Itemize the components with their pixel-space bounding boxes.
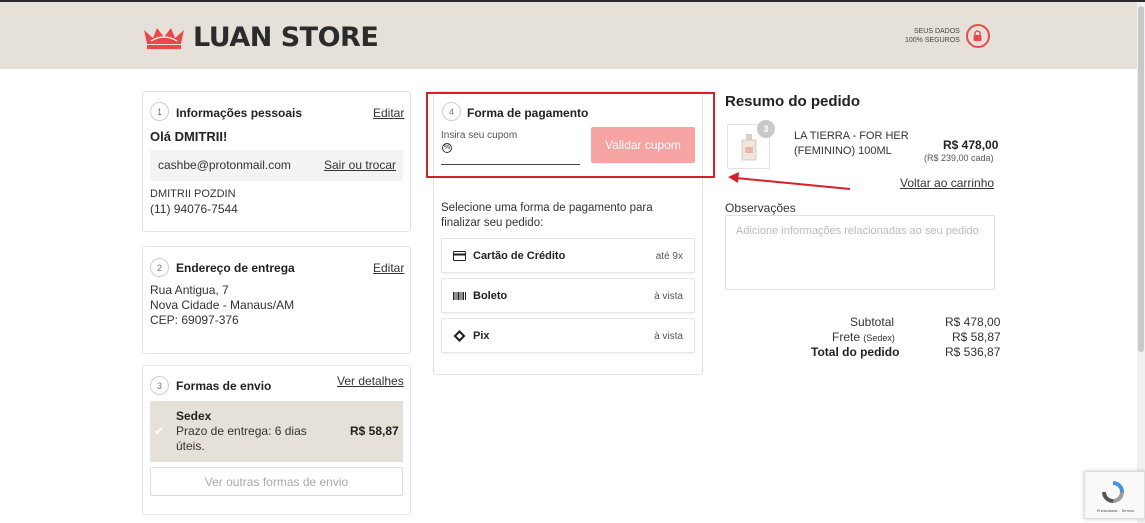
edit-address-link[interactable]: Editar xyxy=(373,261,404,275)
notes-label: Observações xyxy=(725,201,796,215)
greeting: Olá DMITRII! xyxy=(150,129,228,144)
shipping-address-card: 2 Endereço de entrega Editar Rua Antigua… xyxy=(142,246,411,354)
pix-icon xyxy=(453,330,466,342)
payment-option-pix[interactable]: Pix à vista xyxy=(441,318,695,353)
step-number: 3 xyxy=(150,376,169,395)
secure-line-1: SEUS DADOS xyxy=(913,28,960,35)
step-number: 1 xyxy=(150,102,169,121)
view-details-link[interactable]: Ver detalhes xyxy=(337,374,404,388)
page-scrollbar[interactable] xyxy=(1137,2,1145,523)
notes-textarea[interactable]: Adicione informações relacionadas ao seu… xyxy=(725,215,995,290)
shipping-price: R$ 58,87 xyxy=(350,424,399,438)
secure-line-2: 100% SEGUROS xyxy=(905,37,960,44)
other-shipping-button[interactable]: Ver outras formas de envio xyxy=(150,467,403,496)
customer-name: DMITRII POZDIN xyxy=(150,188,236,200)
shipping-methods-card: 3 Formas de envio Ver detalhes ✔ Sedex P… xyxy=(142,365,411,515)
recaptcha-text: Privacidade - Termos xyxy=(1096,508,1135,513)
payment-option-boleto[interactable]: Boleto à vista xyxy=(441,278,695,313)
step-number: 2 xyxy=(150,258,169,277)
check-icon: ✔ xyxy=(154,424,165,438)
scrollbar-thumb[interactable] xyxy=(1138,6,1144,352)
shipping-method-name: Sedex xyxy=(176,409,212,423)
product-name-line-1: LA TIERRA - FOR HER xyxy=(794,130,909,142)
section-title: Informações pessoais xyxy=(176,106,303,120)
frete-label-text: Frete xyxy=(832,330,861,344)
personal-info-card: 1 Informações pessoais Editar Olá DMITRI… xyxy=(142,91,411,232)
order-summary-title: Resumo do pedido xyxy=(725,93,860,110)
address-street: Rua Antigua, 7 xyxy=(150,283,229,297)
product-unit-price: (R$ 239,00 cada) xyxy=(924,153,994,163)
section-title: Endereço de entrega xyxy=(176,261,295,275)
credit-card-icon xyxy=(453,251,466,261)
section-title: Formas de envio xyxy=(176,379,272,393)
payment-option-terms: à vista xyxy=(654,331,683,342)
payment-option-terms: até 9x xyxy=(655,251,683,262)
annotation-arrow xyxy=(728,172,851,190)
recaptcha-badge[interactable]: Privacidade - Termos xyxy=(1084,471,1145,519)
crown-logo-icon xyxy=(144,27,184,49)
site-header: LUAN STORE SEUS DADOS 100% SEGUROS xyxy=(0,2,1145,69)
subtotal-label: Subtotal xyxy=(850,315,895,329)
payment-instructions-1: Selecione uma forma de pagamento para xyxy=(441,202,653,214)
payment-option-terms: à vista xyxy=(654,291,683,302)
switch-account-link[interactable]: Sair ou trocar xyxy=(324,158,396,172)
annotation-highlight-box xyxy=(426,92,715,178)
brand-name: LUAN STORE xyxy=(193,22,379,53)
payment-option-label: Boleto xyxy=(473,290,508,302)
barcode-icon xyxy=(453,292,466,300)
customer-phone: (11) 94076-7544 xyxy=(150,202,238,216)
back-to-cart-link[interactable]: Voltar ao carrinho xyxy=(900,176,994,190)
order-total-value: R$ 536,87 xyxy=(945,345,1001,359)
quantity-badge: 3 xyxy=(757,120,775,138)
email-text: cashbe@protonmail.com xyxy=(158,158,291,172)
address-city: Nova Cidade - Manaus/AM xyxy=(150,298,295,312)
edit-personal-link[interactable]: Editar xyxy=(373,106,404,120)
payment-option-label: Cartão de Crédito xyxy=(473,250,566,262)
secure-data-badge: SEUS DADOS 100% SEGUROS xyxy=(905,24,990,48)
product-name-line-2: (FEMININO) 100ML xyxy=(794,145,892,157)
shipping-eta-line-2: úteis. xyxy=(176,439,205,453)
store-logo[interactable]: LUAN STORE xyxy=(141,22,379,53)
shipping-fee-value: R$ 58,87 xyxy=(952,330,1001,344)
recaptcha-icon xyxy=(1102,481,1124,503)
payment-instructions-2: finalizar seu pedido: xyxy=(441,217,544,229)
sedex-option-selected[interactable]: ✔ Sedex Prazo de entrega: 6 dias úteis. … xyxy=(150,401,403,462)
shipping-fee-label: Frete (Sedex) xyxy=(832,330,895,346)
frete-note: (Sedex) xyxy=(863,333,895,343)
email-row: cashbe@protonmail.com Sair ou trocar xyxy=(150,150,403,181)
subtotal-value: R$ 478,00 xyxy=(945,315,1001,329)
address-cep: CEP: 69097-376 xyxy=(150,313,239,327)
payment-option-credit-card[interactable]: Cartão de Crédito até 9x xyxy=(441,238,695,273)
secure-text: SEUS DADOS 100% SEGUROS xyxy=(905,27,960,45)
lock-icon xyxy=(965,24,990,48)
payment-option-label: Pix xyxy=(473,330,490,342)
order-total-label: Total do pedido xyxy=(811,345,900,359)
shipping-eta-line-1: Prazo de entrega: 6 dias xyxy=(176,424,307,438)
